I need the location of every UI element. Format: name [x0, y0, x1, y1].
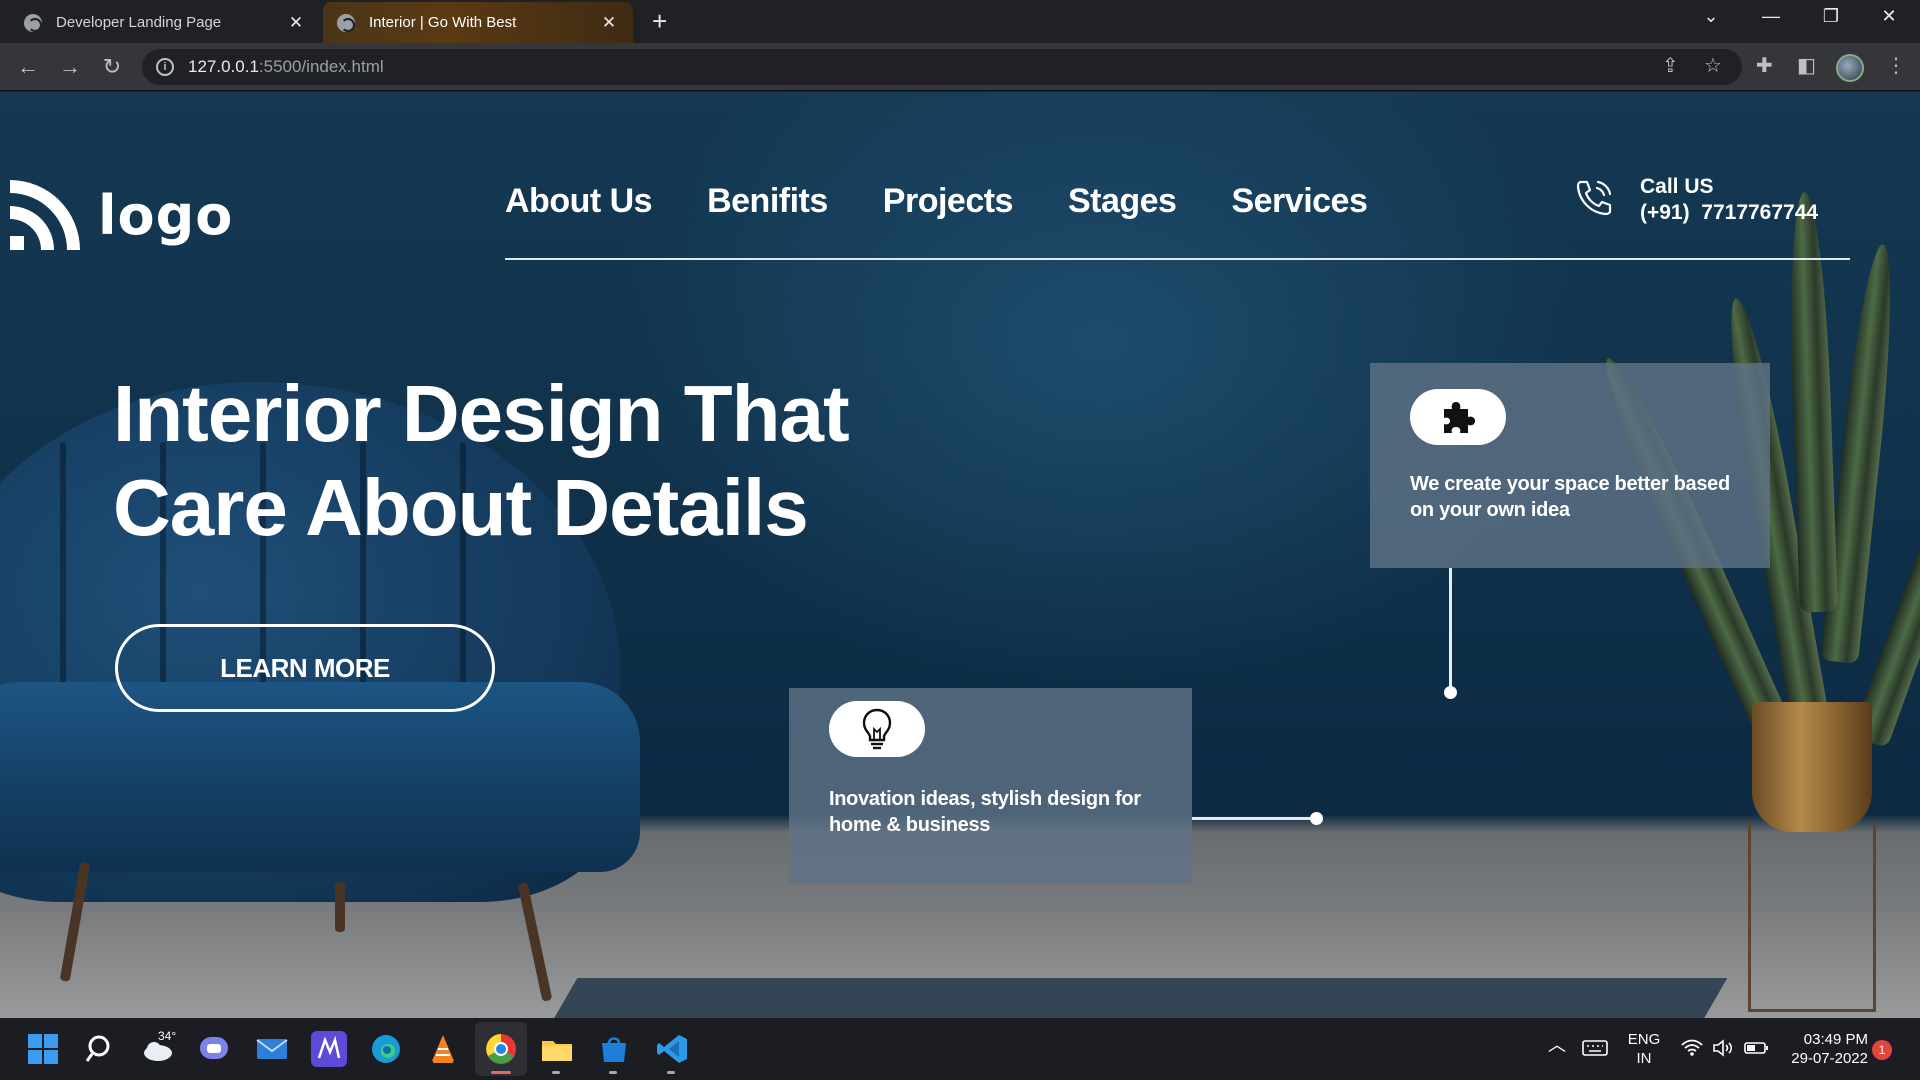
phone-icon	[1576, 180, 1612, 216]
plant-stand	[1748, 822, 1876, 1012]
address-toolbar: ← → ↻ i 127.0.0.1:5500/index.html ⇪ ☆ ✚ …	[0, 43, 1920, 91]
keyboard-icon[interactable]	[1582, 1038, 1608, 1063]
tab-developer-landing[interactable]: Developer Landing Page ✕	[10, 2, 320, 43]
extensions-puzzle-icon[interactable]: ✚	[1756, 53, 1773, 78]
forward-arrow-icon[interactable]: →	[56, 53, 84, 81]
app-icon-m[interactable]	[311, 1031, 347, 1067]
puzzle-piece-icon	[1444, 402, 1475, 433]
language-line-2: IN	[1636, 1050, 1652, 1067]
wifi-icon[interactable]	[1680, 1038, 1704, 1063]
plant-pot	[1752, 702, 1872, 832]
url-path: :5500/index.html	[258, 57, 384, 76]
language-line-1: ENG	[1627, 1031, 1661, 1048]
feature-card-space: We create your space better based on you…	[1370, 363, 1770, 568]
more-menu-icon[interactable]: ⋮	[1886, 53, 1906, 78]
vscode-icon[interactable]	[654, 1031, 690, 1067]
main-nav: About Us Benifits Projects Stages Servic…	[505, 182, 1368, 221]
weather-temp: 34°	[158, 1029, 177, 1043]
chrome-icon[interactable]	[483, 1031, 519, 1067]
clock-date: 29-07-2022	[1791, 1050, 1868, 1067]
profile-avatar[interactable]	[1836, 54, 1864, 82]
minimize-button[interactable]: —	[1748, 6, 1794, 27]
windows-taskbar: 34° ︿ ENG IN 03:49 PM 29-07-2022 1	[0, 1018, 1920, 1080]
vlc-icon[interactable]	[425, 1031, 461, 1067]
connector-dot	[1310, 812, 1323, 825]
language-indicator[interactable]: ENG IN	[1624, 1030, 1664, 1068]
close-window-button[interactable]: ✕	[1866, 6, 1912, 27]
connector-line	[1192, 817, 1316, 820]
call-text: Call US (+91) 7717767744	[1640, 174, 1818, 226]
feature-pill	[829, 701, 925, 757]
battery-icon[interactable]	[1744, 1038, 1770, 1063]
close-icon[interactable]: ✕	[286, 13, 306, 33]
feature-pill	[1410, 389, 1506, 445]
tab-search-chevron-icon[interactable]: ⌄	[1688, 6, 1734, 27]
url-host: 127.0.0.1	[188, 57, 259, 76]
close-icon[interactable]: ✕	[599, 13, 619, 33]
learn-more-button[interactable]: LEARN MORE	[115, 624, 495, 712]
connector-dot	[1444, 686, 1457, 699]
store-icon[interactable]	[596, 1031, 632, 1067]
site-info-icon[interactable]: i	[156, 58, 174, 76]
bookmark-star-icon[interactable]: ☆	[1704, 53, 1722, 78]
hero-title: Interior Design That Care About Details	[113, 367, 850, 555]
site-logo[interactable]: logo	[10, 180, 233, 250]
call-number: (+91) 7717767744	[1640, 201, 1819, 224]
landing-page: logo About Us Benifits Projects Stages S…	[0, 92, 1920, 1018]
logo-text: logo	[98, 183, 234, 247]
back-arrow-icon[interactable]: ←	[14, 53, 42, 81]
reload-icon[interactable]: ↻	[98, 53, 126, 81]
tab-title: Developer Landing Page	[56, 14, 222, 31]
mail-icon[interactable]	[254, 1031, 290, 1067]
edge-browser-icon[interactable]	[368, 1031, 404, 1067]
nav-stages[interactable]: Stages	[1068, 182, 1177, 221]
search-icon[interactable]	[83, 1031, 119, 1067]
url-input[interactable]: i 127.0.0.1:5500/index.html	[142, 49, 1742, 85]
tab-interior[interactable]: Interior | Go With Best ✕	[323, 2, 633, 43]
call-us-block[interactable]: Call US (+91) 7717767744	[1572, 174, 1818, 226]
logo-mark-icon	[10, 180, 80, 250]
globe-icon	[24, 13, 42, 32]
feature-card-text: We create your space better based on you…	[1410, 473, 1730, 521]
share-icon[interactable]: ⇪	[1662, 53, 1679, 78]
hero-line-2: Care About Details	[113, 463, 809, 552]
file-explorer-icon[interactable]	[539, 1031, 575, 1067]
restore-button[interactable]: ❐	[1808, 6, 1854, 27]
chair-leg	[335, 882, 345, 932]
nav-divider	[505, 258, 1850, 260]
windows-start-icon[interactable]	[25, 1031, 61, 1067]
clock-time: 03:49 PM	[1803, 1031, 1868, 1048]
globe-icon	[337, 13, 355, 32]
new-tab-button[interactable]: +	[652, 6, 667, 36]
nav-projects[interactable]: Projects	[883, 182, 1014, 221]
call-label: Call US	[1640, 175, 1714, 198]
feature-card-ideas: Inovation ideas, stylish design for home…	[789, 688, 1192, 884]
lightbulb-icon	[862, 708, 892, 750]
volume-icon[interactable]	[1712, 1038, 1736, 1063]
show-hidden-icons-chevron-icon[interactable]: ︿	[1548, 1036, 1566, 1055]
notification-badge[interactable]: 1	[1872, 1040, 1892, 1060]
nav-benifits[interactable]: Benifits	[707, 182, 828, 221]
nav-about-us[interactable]: About Us	[505, 182, 653, 221]
nav-services[interactable]: Services	[1231, 182, 1367, 221]
tab-title: Interior | Go With Best	[369, 14, 517, 31]
hero-line-1: Interior Design That	[113, 369, 850, 458]
clock[interactable]: 03:49 PM 29-07-2022	[1778, 1030, 1868, 1068]
feature-card-text: Inovation ideas, stylish design for home…	[829, 788, 1141, 836]
teams-chat-icon[interactable]	[196, 1031, 232, 1067]
browser-tab-bar: Developer Landing Page ✕ Interior | Go W…	[0, 0, 1920, 43]
rug	[542, 978, 1728, 1018]
side-panel-icon[interactable]: ◧	[1797, 53, 1816, 78]
connector-line	[1449, 568, 1452, 690]
